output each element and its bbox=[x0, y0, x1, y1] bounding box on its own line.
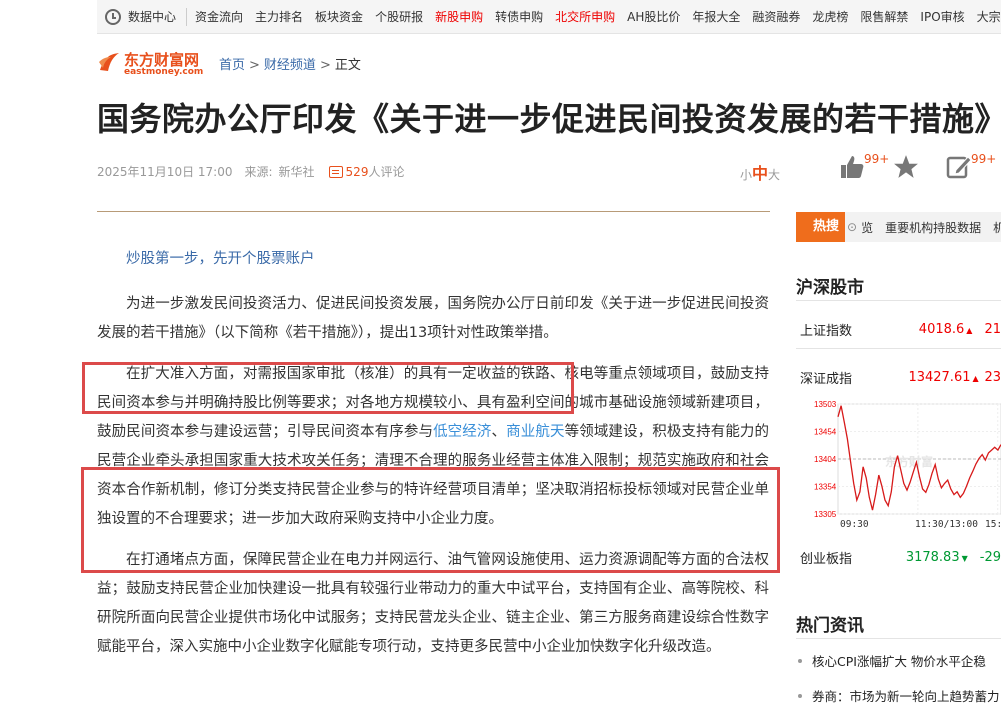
font-large-button[interactable]: 大 bbox=[768, 168, 780, 182]
news-section-title: 热门资讯 bbox=[796, 616, 864, 636]
nav-link[interactable]: IPO审核 bbox=[916, 8, 968, 25]
y-tick-label: 13305 bbox=[814, 510, 837, 519]
index-name: 深证成指 bbox=[800, 371, 853, 387]
news-item[interactable]: 券商：市场为新一轮向上趋势蓄力 bbox=[796, 686, 1001, 705]
index-row-sse[interactable]: 上证指数 4018.6 ▲ 21 bbox=[800, 316, 1001, 342]
share-count-badge: 99+ bbox=[971, 152, 997, 166]
article-date: 2025年11月10日 17:00 bbox=[97, 165, 233, 179]
breadcrumb: 首页 > 财经频道 > 正文 bbox=[219, 54, 361, 73]
index-row-chinext[interactable]: 创业板指 3178.83 ▼ -29 bbox=[800, 544, 1001, 570]
y-tick-label: 13503 bbox=[814, 400, 837, 409]
chart-watermark: 东方财富 bbox=[885, 454, 933, 469]
nav-link[interactable]: 大宗交易 bbox=[973, 8, 1001, 25]
hot-search-tab[interactable]: 热搜 bbox=[796, 212, 846, 242]
x-tick-label: 15:00 bbox=[985, 519, 1001, 530]
keyword-link-aerospace[interactable]: 商业航天 bbox=[506, 424, 564, 440]
breadcrumb-separator: > bbox=[249, 58, 260, 73]
index-change: -29 bbox=[979, 549, 1001, 565]
hot-search-bar: 热搜 ⊙ 览 重要机构持股数据 机构 bbox=[796, 212, 1001, 242]
source-label: 来源: bbox=[244, 165, 273, 179]
breadcrumb-home[interactable]: 首页 bbox=[219, 58, 245, 73]
nav-link[interactable]: 转债申购 bbox=[491, 8, 547, 25]
y-tick-label: 13454 bbox=[814, 428, 837, 437]
title-divider bbox=[97, 211, 770, 212]
index-change: 23 bbox=[984, 369, 1001, 385]
nav-link[interactable]: 个股研报 bbox=[371, 8, 427, 25]
font-medium-button[interactable]: 中 bbox=[752, 164, 768, 183]
hot-search-item[interactable]: 览 bbox=[861, 219, 873, 236]
comment-suffix[interactable]: 人评论 bbox=[368, 163, 404, 180]
index-row-szse[interactable]: 深证成指 13427.61 ▲ 23 bbox=[800, 364, 1001, 390]
market-section-title: 沪深股市 bbox=[796, 278, 864, 298]
x-tick-label: 11:30/13:00 bbox=[915, 519, 978, 530]
nav-link[interactable]: 北交所申购 bbox=[551, 8, 619, 25]
article-source[interactable]: 新华社 bbox=[279, 163, 315, 180]
like-count-badge: 99+ bbox=[864, 152, 890, 166]
section-divider bbox=[796, 638, 1001, 639]
star-icon[interactable] bbox=[893, 154, 919, 180]
nav-link[interactable]: 年报大全 bbox=[688, 8, 744, 25]
thumbs-up-icon[interactable] bbox=[840, 154, 864, 180]
intraday-chart[interactable]: 13503 13454 13404 13354 13305 东方财富 09:30 11:30/… bbox=[800, 398, 1001, 530]
y-tick-label: 13354 bbox=[814, 483, 837, 492]
article-body: 炒股第一步，先开个股票账户 为进一步激发民间投资活力、促进民间投资发展，国务院办… bbox=[97, 245, 769, 674]
y-tick-label: 13404 bbox=[814, 455, 837, 464]
logo-mark-icon bbox=[99, 53, 119, 71]
nav-link[interactable]: 龙虎榜 bbox=[808, 8, 852, 25]
hot-search-icon: ⊙ bbox=[847, 220, 858, 234]
breadcrumb-separator: > bbox=[319, 58, 331, 73]
x-tick-label: 09:30 bbox=[840, 519, 869, 530]
article-paragraph-1: 为进一步激发民间投资活力、促进民间投资发展，国务院办公厅日前印发《关于进一步促进… bbox=[97, 296, 769, 341]
nav-link[interactable]: 资金流向 bbox=[191, 8, 247, 25]
bullet-icon bbox=[798, 694, 802, 698]
row-divider bbox=[796, 348, 1001, 349]
article-meta: 2025年11月10日 17:00 来源: 新华社 529 人评论 bbox=[97, 163, 404, 180]
nav-link[interactable]: AH股比价 bbox=[623, 8, 684, 25]
index-name: 创业板指 bbox=[800, 551, 853, 567]
data-center-label: 数据中心 bbox=[128, 10, 177, 24]
index-value: 4018.6 ▲ bbox=[918, 321, 973, 337]
breadcrumb-current: 正文 bbox=[334, 58, 361, 73]
logo-text-en: eastmoney.com bbox=[124, 67, 204, 77]
top-nav: 数据中心 资金流向 主力排名 板块资金 个股研报 新股申购 转债申购 北交所申购 AH股比价年… bbox=[97, 0, 1001, 34]
font-size-control: 小中大 bbox=[740, 160, 780, 184]
nav-links: 资金流向 主力排名 板块资金 个股研报 新股申购 转债申购 北交所申购 AH股比价 年报大全 融资… bbox=[187, 8, 1001, 25]
edit-comment-icon[interactable] bbox=[946, 154, 972, 180]
index-change: 21 bbox=[984, 321, 1001, 337]
index-value: 3178.83 ▼ bbox=[905, 549, 968, 565]
comment-count[interactable]: 529 bbox=[346, 165, 369, 179]
nav-link[interactable]: 限售解禁 bbox=[856, 8, 912, 25]
data-center-link[interactable]: 数据中心 bbox=[97, 7, 188, 26]
news-item[interactable]: 核心CPI涨幅扩大 物价水平企稳 bbox=[796, 651, 1001, 670]
paragraph-2-separator: 、 bbox=[491, 424, 507, 440]
bullet-icon bbox=[798, 659, 802, 663]
keyword-link-low-altitude[interactable]: 低空经济 bbox=[433, 424, 491, 440]
open-account-link[interactable]: 炒股第一步，先开个股票账户 bbox=[97, 245, 769, 274]
index-value: 13427.61 ▲ bbox=[908, 369, 979, 385]
font-small-button[interactable]: 小 bbox=[740, 168, 752, 182]
hot-search-item[interactable]: 重要机构持股数据 bbox=[885, 219, 981, 236]
article-title: 国务院办公厅印发《关于进一步促进民间投资发展的若干措施》 bbox=[97, 100, 1001, 138]
highlight-box-2 bbox=[81, 467, 780, 573]
breadcrumb-channel[interactable]: 财经频道 bbox=[264, 58, 316, 73]
nav-link[interactable]: 主力排名 bbox=[251, 8, 307, 25]
section-divider bbox=[796, 300, 1001, 301]
eastmoney-logo[interactable]: 东方财富网 eastmoney.com bbox=[97, 48, 207, 78]
comment-icon[interactable] bbox=[328, 165, 343, 178]
hot-search-item[interactable]: 机构 bbox=[993, 219, 1001, 236]
clock-icon bbox=[105, 8, 121, 25]
highlight-box-1 bbox=[82, 362, 574, 414]
nav-link[interactable]: 新股申购 bbox=[431, 8, 487, 25]
nav-link[interactable]: 融资融券 bbox=[748, 8, 804, 25]
index-name: 上证指数 bbox=[800, 323, 853, 339]
nav-link[interactable]: 板块资金 bbox=[311, 8, 367, 25]
